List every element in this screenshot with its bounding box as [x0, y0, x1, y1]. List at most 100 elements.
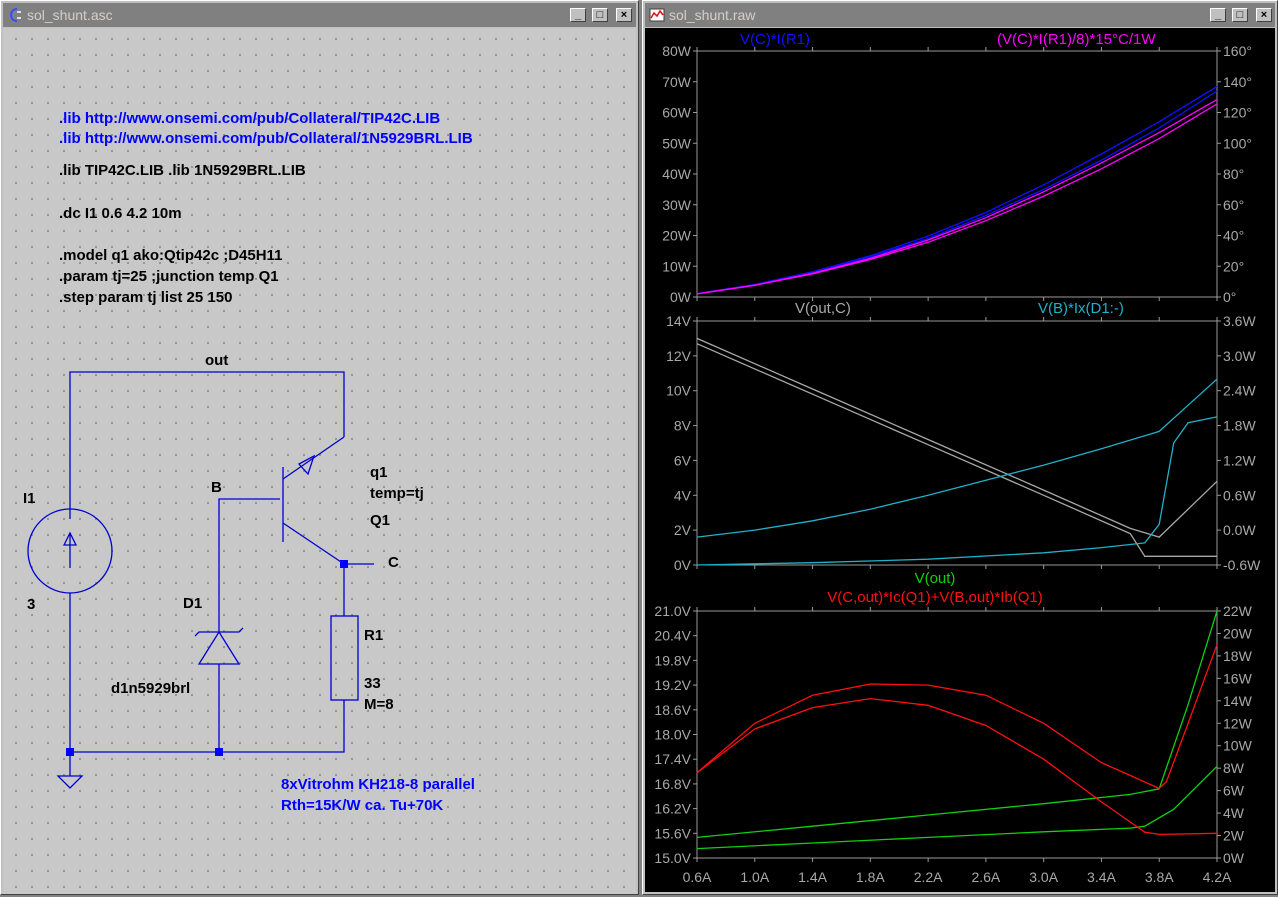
y-tick-label-left: 18.0V [654, 727, 691, 743]
schematic-canvas[interactable]: .lib http://www.onsemi.com/pub/Collatera… [3, 28, 636, 894]
y-tick-label-right: 1.2W [1223, 452, 1256, 468]
plot-frame-middle [696, 320, 1218, 566]
x-tick-label: 1.4A [798, 869, 827, 885]
y-tick-label-right: 14W [1223, 693, 1253, 709]
y-tick-label-right: 2.4W [1223, 383, 1256, 399]
q1-temp-label[interactable]: temp=tj [370, 485, 424, 502]
schematic-title-bar[interactable]: sol_shunt.asc _ □ × [3, 3, 636, 27]
y-tick-label-right: 100° [1223, 135, 1252, 151]
waveform-title: sol_shunt.raw [669, 7, 756, 23]
trace-legend-top-0[interactable]: V(C)*I(R1) [740, 31, 810, 48]
directive-model[interactable]: .model q1 ako:Qtip42c ;D45H11 [59, 247, 282, 264]
y-tick-label-left: 15.6V [654, 825, 691, 841]
q1-instance-label[interactable]: q1 [370, 464, 388, 481]
y-tick-label-left: 16.8V [654, 776, 691, 792]
trace-bottom-0-step-0[interactable] [696, 610, 1218, 839]
junction-gnd-left-icon [66, 748, 74, 756]
trace-legend-top-1[interactable]: (V(C)*I(R1)/8)*15°C/1W [997, 31, 1156, 48]
i1-value-label[interactable]: 3 [27, 596, 35, 613]
trace-middle-1-step-0[interactable] [696, 378, 1218, 538]
directive-lib-url-tip42c[interactable]: .lib http://www.onsemi.com/pub/Collatera… [59, 110, 440, 127]
schematic-close-button[interactable]: × [616, 8, 632, 22]
y-tick-label-left: 8V [674, 418, 692, 434]
waveform-maximize-button[interactable]: □ [1232, 8, 1248, 22]
y-tick-label-right: 0.6W [1223, 487, 1256, 503]
trace-bottom-1-step-0[interactable] [696, 644, 1218, 790]
trace-legend-middle-0[interactable]: V(out,C) [795, 300, 851, 317]
directive-dc-sweep[interactable]: .dc I1 0.6 4.2 10m [59, 205, 182, 222]
note-rth[interactable]: Rth=15K/W ca. Tu+70K [281, 797, 443, 814]
y-tick-label-right: 12W [1223, 715, 1253, 731]
x-tick-label: 3.8A [1145, 869, 1174, 885]
current-source-i1-icon[interactable] [27, 508, 113, 594]
plot-frame-top [696, 50, 1218, 298]
resistor-r1-icon[interactable] [330, 615, 359, 701]
trace-bottom-1-step-1[interactable] [696, 697, 1218, 836]
waveform-window: sol_shunt.raw _ □ × 80W 70W 60W 50W 40W 30W 20… [642, 0, 1278, 895]
y-tick-label-left: 4V [674, 487, 692, 503]
junction-c-icon [340, 560, 348, 568]
trace-bottom-0-step-1[interactable] [696, 765, 1218, 850]
directive-lib-local[interactable]: .lib TIP42C.LIB .lib 1N5929BRL.LIB [59, 162, 306, 179]
y-tick-label-left: 14V [666, 313, 692, 329]
q1-model-label[interactable]: Q1 [370, 512, 390, 529]
r1-multiplier-label[interactable]: M=8 [364, 696, 394, 713]
wire-ground-bus[interactable] [70, 700, 345, 753]
waveform-title-bar[interactable]: sol_shunt.raw _ □ × [645, 3, 1275, 27]
d1-value-label[interactable]: d1n5929brl [111, 680, 190, 697]
directive-param[interactable]: .param tj=25 ;junction temp Q1 [59, 268, 279, 285]
d1-name-label[interactable]: D1 [183, 595, 202, 612]
waveform-close-button[interactable]: × [1256, 8, 1272, 22]
waveform-plot-area[interactable]: 80W 70W 60W 50W 40W 30W 20W 10W 0W 160° 140° 120° 10… [645, 28, 1275, 892]
ground-icon[interactable] [56, 775, 84, 789]
y-tick-label-right: 18W [1223, 648, 1253, 664]
net-label-c[interactable]: C [388, 554, 399, 571]
waveform-plots[interactable]: 80W 70W 60W 50W 40W 30W 20W 10W 0W 160° 140° 120° 10… [645, 28, 1275, 892]
net-label-out[interactable]: out [205, 352, 228, 369]
x-tick-label: 2.2A [914, 869, 943, 885]
x-tick-label: 2.6A [971, 869, 1000, 885]
trace-legend-bottom-0[interactable]: V(out) [915, 570, 956, 587]
y-tick-label-left: 0W [670, 289, 692, 305]
y-tick-label-right: 3.6W [1223, 313, 1256, 329]
trace-top-0-step-0[interactable] [696, 90, 1218, 295]
r1-value-label[interactable]: 33 [364, 675, 381, 692]
y-tick-label-left: 15.0V [654, 850, 691, 866]
y-tick-label-left: 10V [666, 383, 692, 399]
trace-legend-bottom-1[interactable]: V(C,out)*Ic(Q1)+V(B,out)*Ib(Q1) [827, 589, 1042, 606]
schematic-window: sol_shunt.asc _ □ × .lib http://www.onse… [0, 0, 639, 895]
y-tick-label-left: 12V [666, 348, 692, 364]
plot-frame-bottom [696, 610, 1218, 859]
schematic-minimize-button[interactable]: _ [570, 8, 586, 22]
wire-b[interactable] [218, 498, 280, 632]
trace-top-1-step-1[interactable] [696, 99, 1218, 295]
note-vitrohm[interactable]: 8xVitrohm KH218-8 parallel [281, 776, 475, 793]
y-tick-label-left: 19.2V [654, 677, 691, 693]
trace-top-0-step-1[interactable] [696, 85, 1218, 295]
schematic-maximize-button[interactable]: □ [592, 8, 608, 22]
i1-name-label[interactable]: I1 [23, 490, 36, 507]
y-tick-label-left: 17.4V [654, 751, 691, 767]
net-label-b[interactable]: B [211, 479, 222, 496]
y-tick-label-right: 10W [1223, 738, 1253, 754]
zener-diode-d1-icon[interactable] [194, 627, 244, 665]
wire-out[interactable] [69, 371, 345, 519]
y-tick-label-right: 80° [1223, 166, 1244, 182]
schematic-app-icon [9, 8, 21, 22]
transistor-q1-icon[interactable] [282, 436, 345, 565]
y-tick-label-right: 0° [1223, 289, 1236, 305]
y-tick-label-right: 3.0W [1223, 348, 1256, 364]
directive-step[interactable]: .step param tj list 25 150 [59, 289, 232, 306]
trace-legend-middle-1[interactable]: V(B)*Ix(D1:-) [1038, 300, 1124, 317]
y-tick-label-left: 6V [674, 452, 692, 468]
y-tick-label-left: 10W [662, 258, 692, 274]
r1-name-label[interactable]: R1 [364, 627, 383, 644]
trace-middle-1-step-1[interactable] [696, 416, 1218, 566]
directive-lib-url-1n5929[interactable]: .lib http://www.onsemi.com/pub/Collatera… [59, 130, 473, 147]
waveform-minimize-button[interactable]: _ [1210, 8, 1226, 22]
trace-middle-0-step-1[interactable] [696, 343, 1217, 557]
y-tick-label-right: 6W [1223, 783, 1245, 799]
y-tick-label-left: 80W [662, 43, 692, 59]
y-tick-label-right: 0W [1223, 850, 1245, 866]
y-tick-label-right: 140° [1223, 74, 1252, 90]
